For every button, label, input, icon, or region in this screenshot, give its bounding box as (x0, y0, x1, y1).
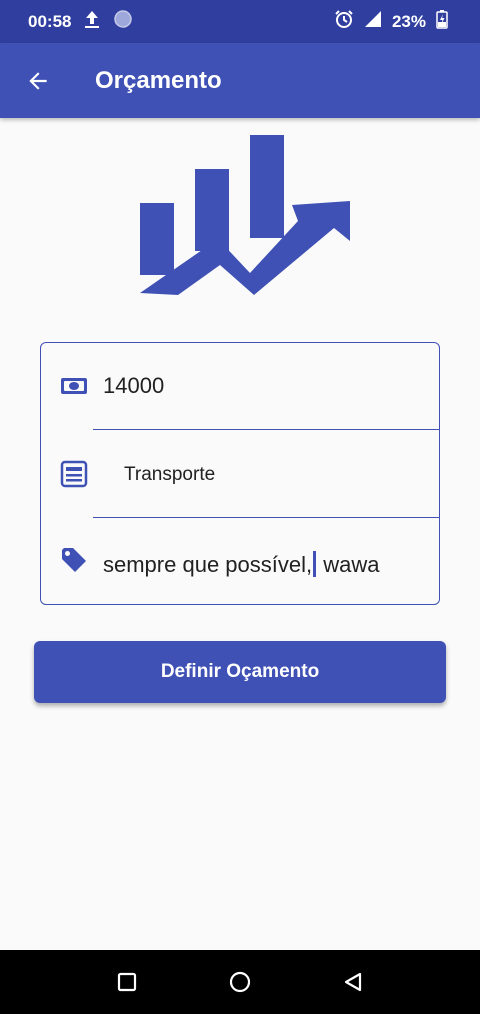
note-text-before: sempre que possível, (103, 552, 313, 577)
list-icon (60, 460, 88, 488)
define-budget-button[interactable]: Definir Oçamento (34, 641, 446, 703)
back-button[interactable] (18, 61, 58, 101)
text-cursor (313, 551, 317, 577)
divider (93, 517, 439, 518)
tag-icon (62, 548, 86, 572)
page-title: Orçamento (95, 66, 222, 94)
home-button[interactable] (216, 958, 264, 1006)
category-select[interactable]: Transporte (124, 464, 215, 486)
category-row[interactable]: Transporte (41, 431, 439, 518)
money-icon (61, 378, 87, 394)
arrow-left-icon (29, 71, 47, 90)
status-bar: 00:58 23% (0, 0, 480, 43)
status-left: 00:58 (28, 9, 133, 34)
note-text-after: wawa (317, 552, 380, 577)
nav-back-button[interactable] (329, 958, 377, 1006)
recents-button[interactable] (103, 958, 151, 1006)
system-nav-bar (0, 950, 480, 1014)
divider (93, 429, 439, 430)
amount-row[interactable]: 14000 (41, 343, 439, 430)
battery-charging-icon (436, 9, 448, 34)
note-row[interactable]: sempre que possível, wawa (41, 519, 439, 606)
status-right: 23% (334, 9, 448, 34)
note-field[interactable]: sempre que possível, wawa (103, 551, 379, 578)
home-icon (229, 971, 251, 993)
recents-icon (117, 972, 136, 992)
growth-chart-logo (140, 135, 350, 295)
upload-icon (83, 9, 101, 34)
battery-text: 23% (391, 11, 426, 31)
back-icon (345, 972, 362, 992)
budget-form: 14000 Transporte sempre que possível, wa… (40, 342, 440, 605)
alarm-icon (334, 9, 354, 34)
signal-icon (364, 10, 382, 33)
circle-icon (113, 9, 133, 34)
status-time: 00:58 (28, 11, 72, 31)
app-bar: Orçamento (0, 43, 480, 118)
amount-field[interactable]: 14000 (103, 373, 164, 399)
